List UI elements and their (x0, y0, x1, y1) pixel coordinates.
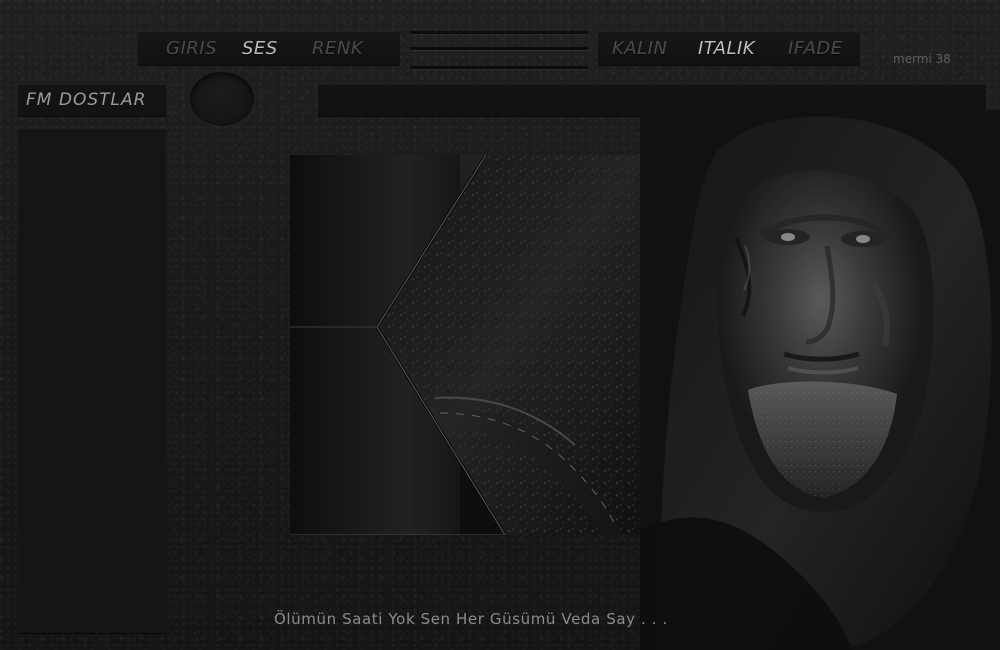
sidebar-panel (18, 128, 166, 633)
scene-image (290, 155, 640, 535)
center-divider-lines (410, 31, 588, 69)
nav-ses[interactable]: SES (242, 38, 278, 59)
nav-italik[interactable]: ITALIK (698, 38, 755, 59)
nav-ifade[interactable]: IFADE (788, 38, 843, 59)
circle-button[interactable] (190, 72, 254, 126)
nav-kalin[interactable]: KALIN (612, 38, 667, 59)
top-nav-left: GIRIS SES RENK (138, 31, 400, 65)
sidebar-title-bar: FM DOSTLAR (18, 84, 166, 116)
page: GIRIS SES RENK KALIN ITALIK IFADE mermi … (0, 0, 1000, 650)
counter-text: mermi 38 (893, 52, 951, 66)
nav-giris[interactable]: GIRIS (166, 38, 217, 59)
nav-renk[interactable]: RENK (312, 38, 363, 59)
hero-portrait (640, 110, 1000, 650)
top-nav-right: KALIN ITALIK IFADE (598, 31, 860, 65)
sidebar-title: FM DOSTLAR (26, 90, 147, 110)
caption-text: Ölümün Saati Yok Sen Her Güsümü Veda Say… (274, 610, 668, 628)
